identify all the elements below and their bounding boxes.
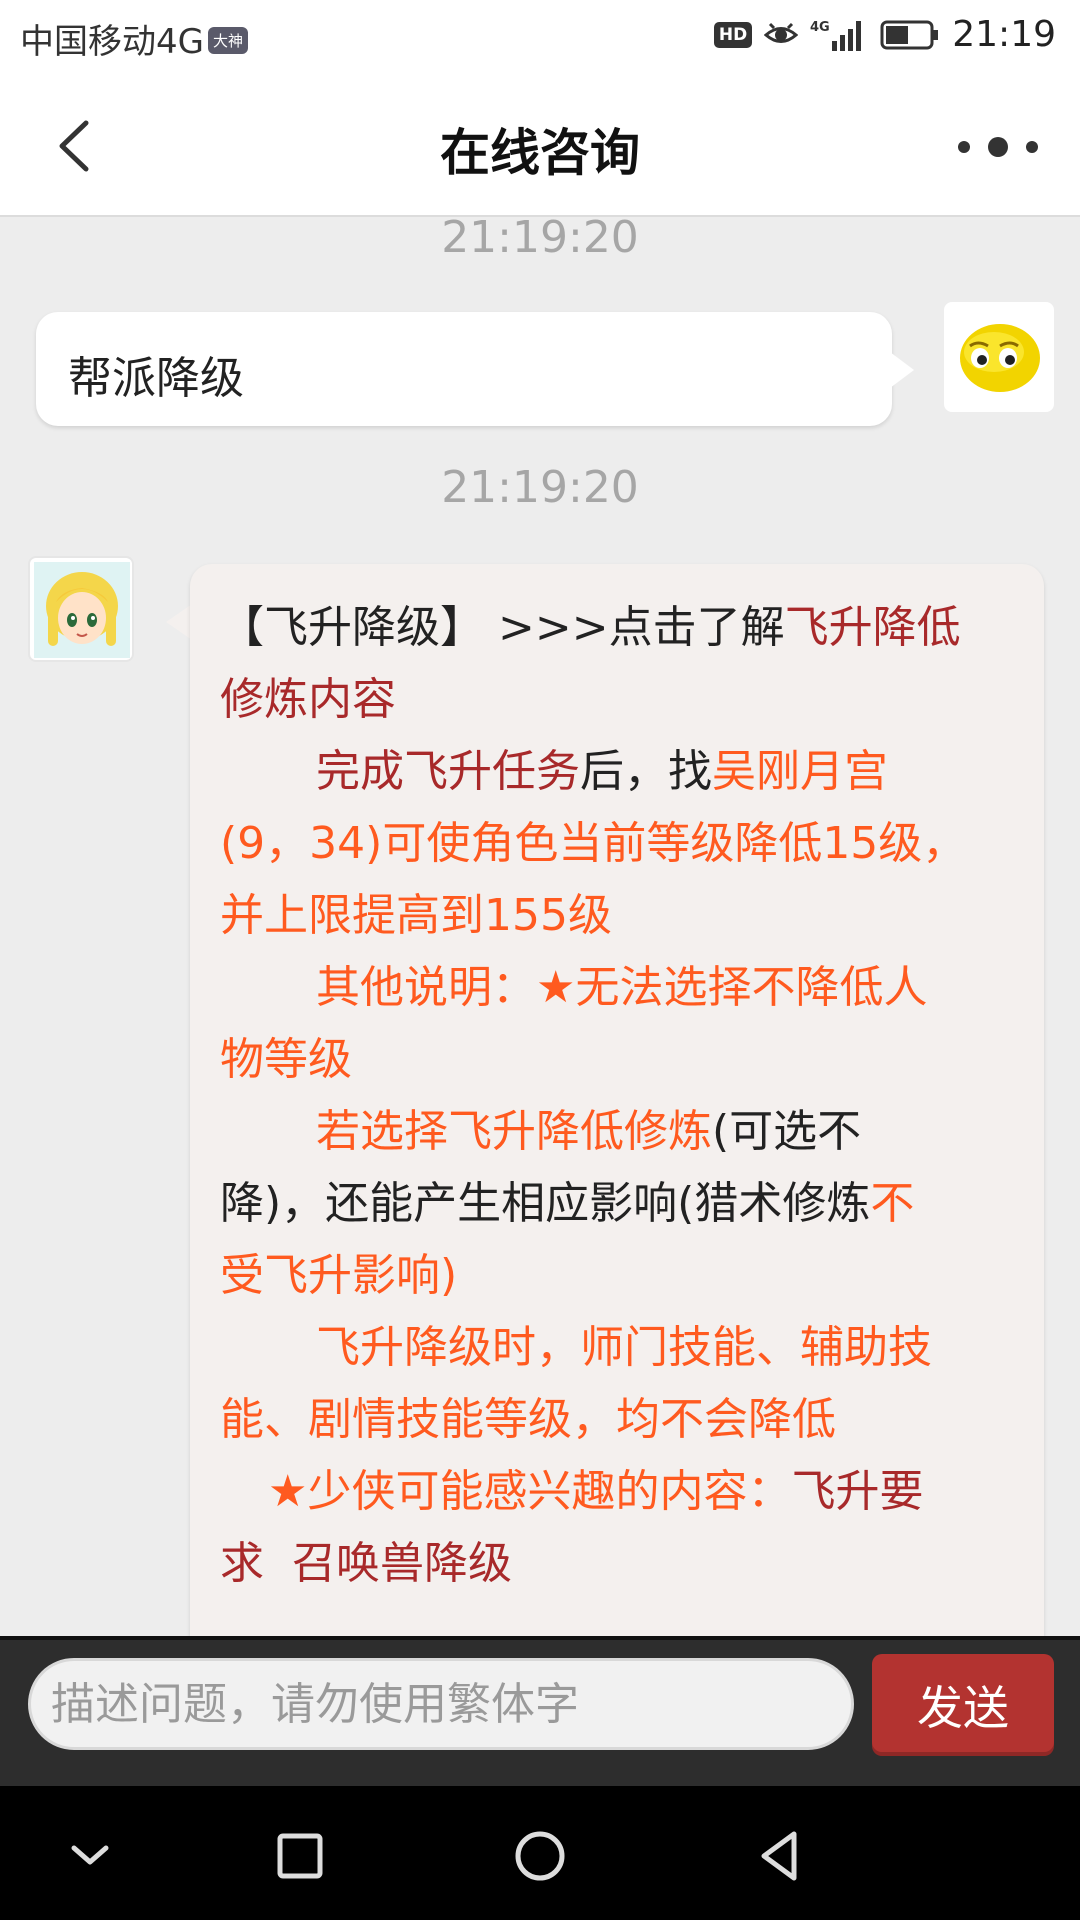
send-button[interactable]: 发送 — [872, 1654, 1054, 1756]
message-line: 降)，还能产生相应影响(猎术修炼不 — [220, 1168, 1020, 1240]
message-line: 物等级 — [220, 1034, 352, 1085]
bubble-tail — [890, 352, 914, 388]
message-text: ★少侠可能感兴趣的内容： — [268, 1466, 792, 1517]
status-bar: 中国移动4G 大神 HD 4G 21:19 — [0, 0, 1080, 75]
carrier-name: 中国移动4G — [20, 22, 204, 62]
bubble-tail — [166, 604, 192, 640]
link-feisheng-jiangdi[interactable]: 若选择飞升降低修炼 — [316, 1106, 712, 1157]
signal-icon: 4G — [810, 20, 862, 51]
message-text: 其他说明：★无法选择不降低人 — [316, 962, 928, 1013]
user-message-text: 帮派降级 — [68, 353, 244, 404]
link-feisheng-xiulian[interactable]: 飞升降低 — [785, 602, 961, 653]
user-message-bubble[interactable]: 帮派降级 — [36, 312, 914, 426]
message-line: 能、剧情技能等级，均不会降低 — [220, 1394, 836, 1445]
link-feisheng-requirement[interactable]: 飞升要 — [791, 1466, 923, 1517]
assistant-message-content: 【飞升降级】 >>>点击了解飞升降低 修炼内容 完成飞升任务后，找吴刚月宫 (9… — [220, 592, 1020, 1600]
status-time: 21:19 — [952, 14, 1056, 55]
carrier-label: 中国移动4G 大神 — [20, 14, 248, 63]
message-timestamp: 21:19:20 — [441, 212, 639, 263]
network-type-label: 4G — [810, 20, 830, 35]
carrier-badge: 大神 — [207, 27, 248, 54]
message-line: 并上限提高到155级 — [220, 890, 612, 941]
message-text: 后，找 — [580, 746, 712, 797]
message-line: 飞升降级时，师门技能、辅助技 — [220, 1312, 1020, 1384]
location-text: 吴刚月宫 — [712, 746, 888, 797]
assistant-avatar[interactable] — [28, 556, 134, 662]
message-line: 其他说明：★无法选择不降低人 — [220, 952, 1020, 1024]
user-avatar[interactable] — [944, 302, 1054, 412]
message-line: 修炼内容 — [220, 664, 1020, 736]
message-line: 完成飞升任务后，找吴刚月宫 — [220, 736, 1020, 808]
message-line: 【飞升降级】 >>>点击了解飞升降低 — [220, 592, 1020, 664]
recent-apps-icon[interactable] — [260, 1816, 340, 1896]
yellow-face-icon — [960, 324, 1040, 392]
back-icon[interactable] — [740, 1816, 820, 1896]
input-bar: 发送 — [0, 1636, 1080, 1786]
status-icons: HD 4G 21:19 — [713, 14, 1056, 55]
system-nav-bar — [0, 1786, 1080, 1920]
battery-icon — [880, 20, 939, 49]
message-text: 不 — [870, 1178, 915, 1229]
link-feisheng-task[interactable]: 完成飞升任务 — [316, 746, 580, 797]
message-line: 求 召唤兽降级 — [220, 1528, 1020, 1600]
message-text: (可选不 — [712, 1106, 862, 1157]
hd-icon: HD — [713, 21, 753, 48]
link-summon-beast-downgrade[interactable]: 召唤兽降级 — [292, 1538, 512, 1589]
page-title: 在线咨询 — [440, 124, 640, 182]
message-input[interactable] — [28, 1658, 854, 1750]
message-text: 降)，还能产生相应影响(猎术修炼 — [220, 1178, 871, 1229]
link-feisheng-requirement-cont[interactable]: 求 — [220, 1538, 264, 1589]
link-feisheng-xiulian-cont[interactable]: 修炼内容 — [220, 674, 396, 725]
assistant-girl-icon — [34, 562, 130, 658]
eye-icon — [764, 22, 799, 43]
header-bar: 在线咨询 — [0, 75, 1080, 217]
message-line: 若选择飞升降低修炼(可选不 — [220, 1096, 1020, 1168]
section-heading: 【飞升降级】 >>>点击了解 — [220, 602, 785, 653]
home-icon[interactable] — [500, 1816, 580, 1896]
message-text: 飞升降级时，师门技能、辅助技 — [316, 1322, 932, 1373]
assistant-message-bubble: 【飞升降级】 >>>点击了解飞升降低 修炼内容 完成飞升任务后，找吴刚月宫 (9… — [190, 564, 1044, 1684]
message-timestamp: 21:19:20 — [441, 462, 639, 513]
message-line: ★少侠可能感兴趣的内容：飞升要 — [220, 1456, 1020, 1528]
message-line: (9，34)可使角色当前等级降低15级， — [220, 818, 967, 869]
message-line: 受飞升影响) — [220, 1250, 458, 1301]
hide-nav-icon[interactable] — [50, 1816, 130, 1896]
more-options-icon[interactable] — [950, 129, 1050, 165]
